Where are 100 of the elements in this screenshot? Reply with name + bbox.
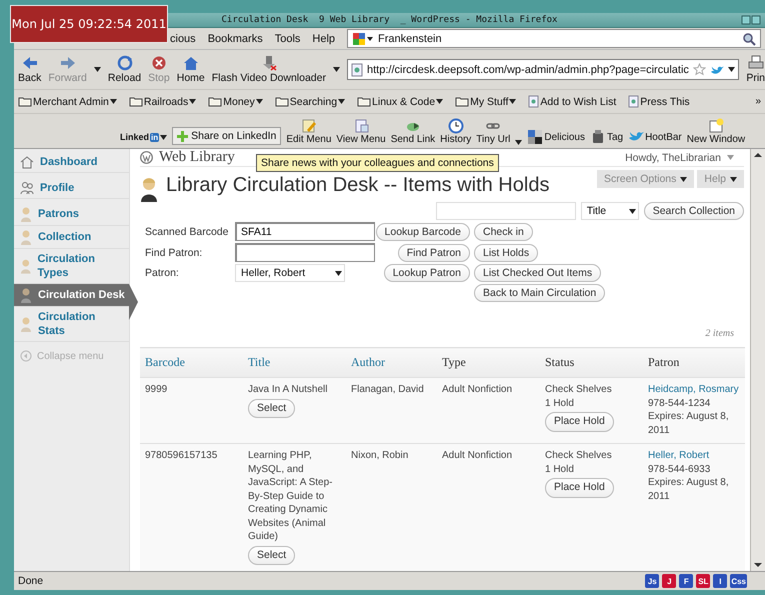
menu-item[interactable]: Help — [312, 32, 336, 44]
tooltip: Share news with your colleagues and connections — [256, 154, 499, 172]
field-label: Patron: — [145, 267, 180, 279]
sidebar-item[interactable]: Collection — [14, 226, 129, 249]
toolbar-button[interactable]: Tiny Url — [476, 118, 510, 145]
addon-badge[interactable]: J — [662, 574, 676, 588]
form-button[interactable]: List Checked Out Items — [474, 264, 602, 282]
overflow-chevron[interactable]: » — [755, 96, 761, 107]
menu-item[interactable]: Bookmarks — [208, 32, 263, 44]
input-field[interactable]: SFA11 — [235, 222, 375, 241]
patron-link[interactable]: Heidcamp, Rosmary — [648, 384, 739, 395]
addon-badge[interactable]: SL — [696, 574, 710, 588]
toolbar-button[interactable]: Prin — [746, 55, 765, 84]
printer-icon — [748, 55, 764, 71]
form-button[interactable]: List Holds — [474, 244, 538, 262]
caret-icon — [338, 99, 346, 104]
web-search-field[interactable]: Frankenstein — [347, 29, 761, 48]
caret-icon — [728, 67, 736, 72]
table-cell: Adult Nonfiction — [442, 384, 512, 395]
caret-icon[interactable] — [727, 155, 734, 160]
scrollbar[interactable] — [750, 149, 765, 571]
search-by-select[interactable]: Title — [580, 202, 639, 220]
column-header[interactable]: Title — [243, 348, 346, 378]
select-button[interactable]: Select — [248, 546, 296, 565]
toolbar-button[interactable]: Edit Menu — [286, 118, 332, 145]
menu-item[interactable]: Tools — [274, 32, 300, 44]
toolbar-button[interactable]: Tag — [590, 129, 624, 145]
site-name[interactable]: Web Library — [159, 149, 235, 166]
bookmark-item[interactable]: Money — [208, 96, 263, 108]
caret-icon — [509, 99, 516, 104]
table-cell: Check Shelves — [545, 384, 612, 395]
form-button[interactable]: Back to Main Circulation — [474, 284, 606, 302]
bird-icon[interactable] — [710, 64, 724, 76]
column-header[interactable]: Author — [346, 348, 437, 378]
caret-icon — [730, 176, 737, 182]
home-icon — [20, 154, 34, 168]
page-icon — [628, 95, 640, 108]
page-icon — [350, 62, 363, 76]
sidebar-item[interactable]: Profile — [14, 177, 129, 199]
addon-badge[interactable]: F — [679, 574, 694, 588]
address-field[interactable]: http://circdesk.deepsoft.com/wp-admin/admin.php?page=circulatic — [346, 59, 740, 80]
table-cell: Adult Nonfiction — [442, 450, 512, 461]
sidebar-item[interactable]: Circulation Stats — [14, 307, 129, 342]
linkedin-menu[interactable]: Linked in — [120, 132, 168, 145]
form-button[interactable]: Check in — [474, 222, 533, 240]
form-button[interactable]: Lookup Patron — [384, 264, 470, 282]
toolbar-button[interactable]: View Menu — [336, 118, 386, 145]
caret-icon — [335, 270, 342, 276]
toolbar-button[interactable]: Delicious — [527, 129, 585, 145]
toolbar-button[interactable]: Back — [18, 55, 42, 84]
bookmark-item[interactable]: Merchant Admin — [18, 96, 117, 108]
search-field[interactable] — [436, 202, 576, 220]
star-icon[interactable] — [693, 63, 706, 76]
caret-icon — [680, 176, 688, 182]
wordpress-logo-icon — [140, 151, 153, 164]
patron-link[interactable]: Heller, Robert — [648, 450, 710, 461]
input-field[interactable] — [235, 243, 375, 262]
window-controls-icon[interactable] — [741, 15, 761, 25]
search-collection-button[interactable]: Search Collection — [644, 202, 744, 220]
table-cell: Java In A Nutshell — [248, 384, 328, 395]
place-hold-button[interactable]: Place Hold — [545, 478, 614, 498]
person-icon — [20, 258, 32, 274]
bookmark-item[interactable]: Linux & Code — [357, 96, 444, 108]
bookmark-item[interactable]: Add to Wish List — [528, 95, 616, 108]
bookmark-item[interactable]: Press This — [628, 95, 690, 108]
addon-badge[interactable]: I — [713, 574, 728, 588]
status-text: Done — [18, 575, 44, 587]
user-greeting[interactable]: Howdy, TheLibrarian — [625, 152, 721, 164]
column-header[interactable]: Barcode — [140, 348, 243, 378]
addon-badge[interactable]: Css — [730, 574, 747, 588]
folder-icon — [208, 96, 222, 107]
toolbar-button[interactable]: Reload — [108, 55, 142, 84]
form-button[interactable]: Lookup Barcode — [376, 222, 470, 240]
plus-icon — [177, 130, 188, 142]
caret-icon — [160, 134, 168, 140]
search-icon[interactable] — [742, 32, 756, 46]
bookmark-item[interactable]: Railroads — [128, 96, 196, 108]
toolbar-button[interactable]: History — [440, 118, 472, 145]
menu-item[interactable]: cious — [170, 32, 196, 44]
dropdown-caret-icon — [515, 140, 522, 145]
sidebar-item[interactable]: Dashboard — [14, 151, 129, 173]
bookmark-item[interactable]: Searching — [274, 96, 346, 108]
share-button[interactable]: Share on LinkedIn — [172, 127, 282, 145]
table-cell: 1 Hold — [545, 398, 574, 408]
toolbar-button[interactable]: Flash Video Downloader — [212, 55, 326, 84]
new-window-icon — [708, 118, 724, 134]
bookmark-item[interactable]: My Stuff — [455, 96, 516, 108]
sidebar-item[interactable]: Patrons — [14, 203, 129, 226]
toolbar-button[interactable]: New Window — [686, 118, 746, 145]
place-hold-button[interactable]: Place Hold — [545, 412, 614, 432]
toolbar-button[interactable]: HootBar — [628, 129, 682, 145]
column-header: Type — [437, 348, 540, 378]
form-button[interactable]: Find Patron — [398, 244, 470, 262]
toolbar-button[interactable]: Home — [176, 55, 205, 84]
patron-select[interactable]: Heller, Robert — [235, 264, 345, 282]
select-button[interactable]: Select — [248, 398, 296, 418]
person-icon — [20, 316, 32, 332]
addon-badge[interactable]: Js — [645, 574, 660, 588]
toolbar-button[interactable]: Send Link — [390, 118, 436, 145]
caret-icon — [110, 99, 117, 104]
